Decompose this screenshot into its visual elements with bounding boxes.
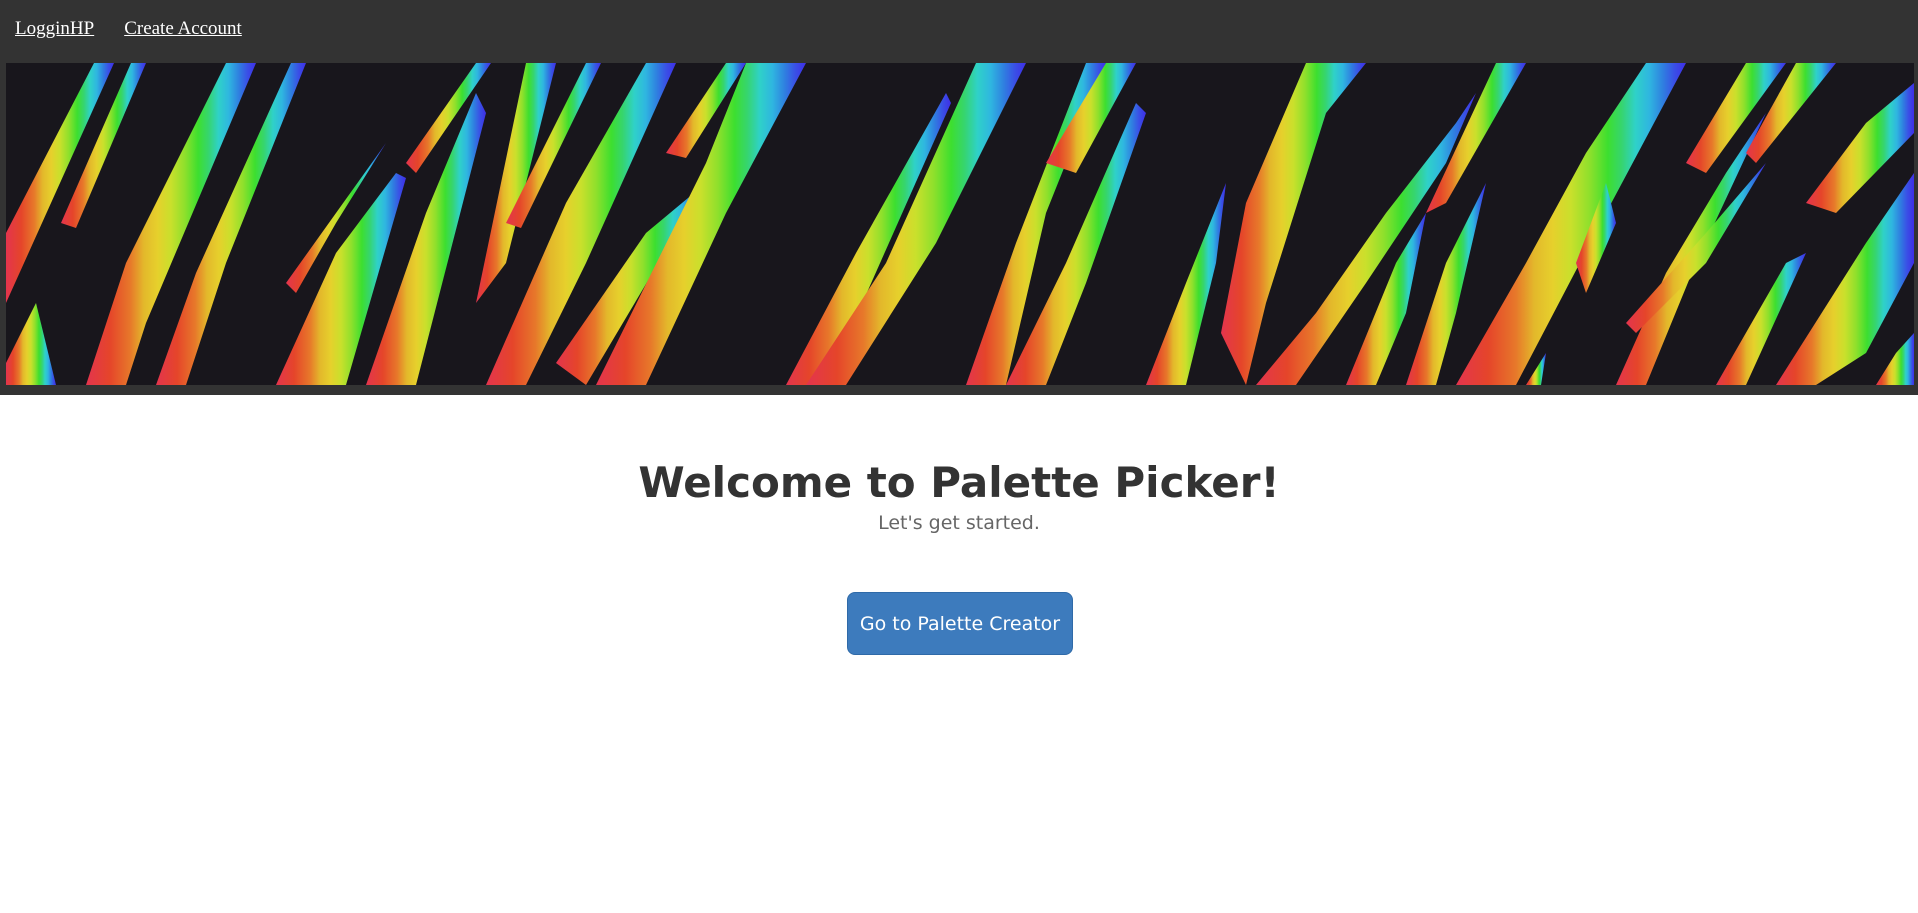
banner-artwork: [6, 63, 1914, 385]
nav-link-logginhp[interactable]: LogginHP: [15, 18, 94, 40]
top-header: LogginHP Create Account: [0, 0, 1918, 395]
page-subtitle: Let's get started.: [878, 512, 1040, 534]
top-nav: LogginHP Create Account: [15, 18, 242, 40]
hero-section: Welcome to Palette Picker! Let's get sta…: [0, 455, 1918, 535]
rainbow-stripes-banner: [6, 63, 1914, 385]
page-title: Welcome to Palette Picker!: [638, 458, 1280, 507]
nav-link-create-account[interactable]: Create Account: [124, 18, 242, 40]
go-to-palette-creator-button[interactable]: Go to Palette Creator: [847, 592, 1073, 655]
